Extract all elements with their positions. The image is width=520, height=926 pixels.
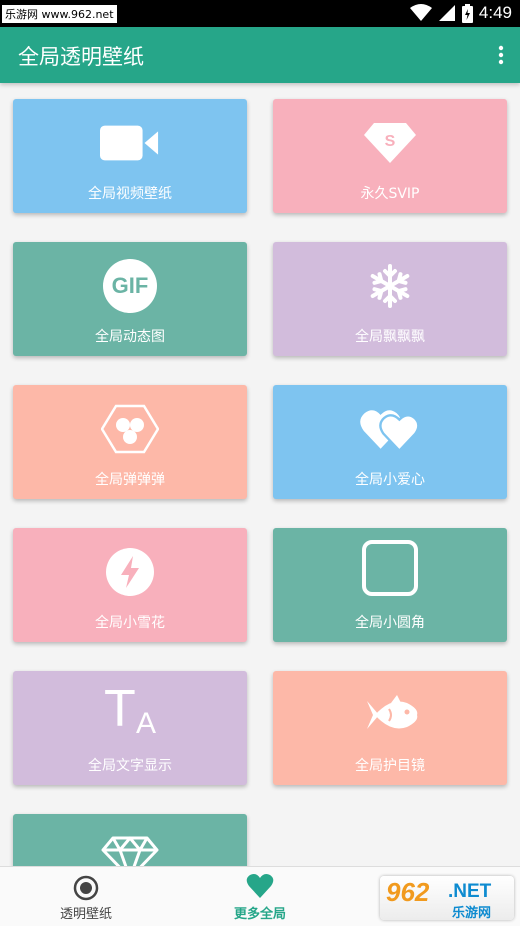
nav-label-more: 更多全局 <box>233 907 286 922</box>
feature-grid: 全局视频壁纸 S 永久SVIP GIF 全局动态图 全局飘飘飘 全局弹弹弹 全局… <box>0 83 520 866</box>
tile-svip[interactable]: S 永久SVIP <box>273 99 507 213</box>
text-size-big-glyph: T <box>104 680 136 738</box>
tile-label: 全局小雪花 <box>95 615 165 631</box>
hearts-icon <box>360 403 420 455</box>
tile-round-corner[interactable]: 全局小圆角 <box>273 528 507 642</box>
tile-text-display[interactable]: T A 全局文字显示 <box>13 671 247 785</box>
text-size-icon: T A <box>100 679 160 745</box>
tile-label: 永久SVIP <box>360 186 420 202</box>
tile-label: 全局视频壁纸 <box>88 186 172 202</box>
tile-video-wallpaper[interactable]: 全局视频壁纸 <box>13 99 247 213</box>
app-bar: 全局透明壁纸 <box>0 27 520 83</box>
tile-hearts[interactable]: 全局小爱心 <box>273 385 507 499</box>
snowflake-icon <box>360 260 420 312</box>
diamond-icon <box>100 832 160 866</box>
status-icons: 4:49 <box>409 3 512 23</box>
signal-icon <box>438 5 455 21</box>
nav-label-wallpaper: 透明壁纸 <box>59 907 112 922</box>
logo-suffix: .NET <box>448 881 492 902</box>
nav-item-wallpaper[interactable]: 透明壁纸 <box>26 867 146 926</box>
hexagon-bubbles-icon <box>100 403 160 455</box>
logo-number: 962 <box>386 877 430 907</box>
svg-text:S: S <box>385 133 396 150</box>
status-bar: 乐游网 www.962.net 4:49 <box>0 0 520 27</box>
tile-eye-protection[interactable]: 全局护目镜 <box>273 671 507 785</box>
rounded-square-icon <box>360 540 420 596</box>
nav-item-more[interactable]: 更多全局 <box>200 867 320 926</box>
tile-label: 全局护目镜 <box>355 758 425 774</box>
clock-text: 4:49 <box>478 3 512 22</box>
battery-icon <box>461 3 473 23</box>
video-camera-icon <box>100 117 160 169</box>
radio-circle-icon <box>73 875 99 901</box>
tile-diamond[interactable] <box>13 814 247 866</box>
svip-shield-icon: S <box>360 117 420 169</box>
tile-snowflake[interactable]: 全局小雪花 <box>13 528 247 642</box>
gif-icon-text: GIF <box>111 273 149 298</box>
tile-bounce[interactable]: 全局弹弹弹 <box>13 385 247 499</box>
gif-icon: GIF <box>100 259 160 313</box>
fish-icon <box>360 689 420 741</box>
logo-name: 乐游网 <box>452 906 492 921</box>
tile-label: 全局文字显示 <box>88 758 172 774</box>
wifi-icon <box>409 4 432 21</box>
tile-label: 全局飘飘飘 <box>355 329 425 345</box>
tile-label: 全局动态图 <box>95 329 165 345</box>
tile-label: 全局小圆角 <box>355 615 425 631</box>
tile-floating[interactable]: 全局飘飘飘 <box>273 242 507 356</box>
watermark-text: 乐游网 www.962.net <box>2 5 117 23</box>
tile-label: 全局小爱心 <box>355 472 425 488</box>
lightning-circle-icon <box>100 546 160 598</box>
tile-gif[interactable]: GIF 全局动态图 <box>13 242 247 356</box>
heart-icon <box>246 874 274 898</box>
site-logo: 962 .NET 乐游网 <box>380 876 514 921</box>
tile-label: 全局弹弹弹 <box>95 472 165 488</box>
app-title: 全局透明壁纸 <box>18 45 144 69</box>
more-vert-icon[interactable] <box>496 45 506 65</box>
text-size-small-glyph: A <box>136 707 157 740</box>
